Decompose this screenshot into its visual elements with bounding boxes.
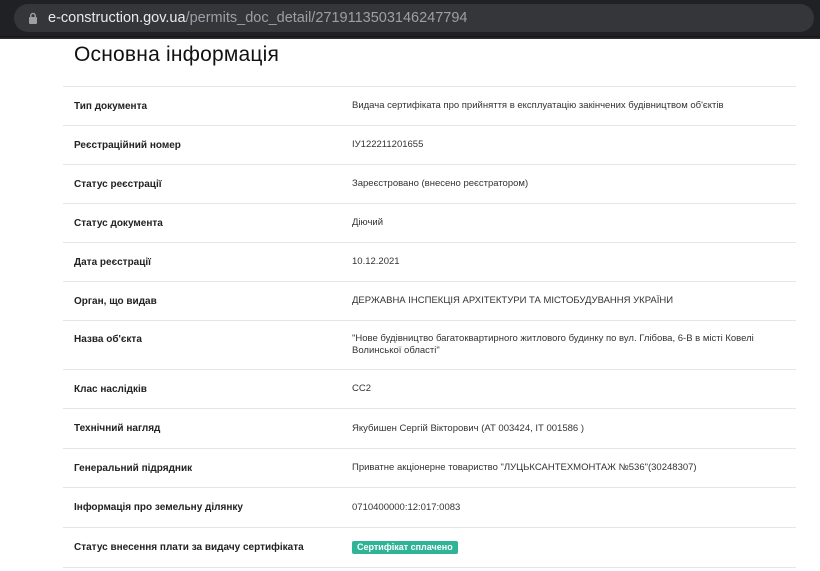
row-label: Орган, що видав xyxy=(74,295,157,307)
table-row: Орган, що видав ДЕРЖАВНА ІНСПЕКЦІЯ АРХІТ… xyxy=(63,282,796,321)
row-label: Статус реєстрації xyxy=(74,178,162,190)
payment-status-badge: Сертифікат сплачено xyxy=(352,541,458,554)
browser-toolbar: e-construction.gov.ua/permits_doc_detail… xyxy=(0,0,820,36)
table-row: Назва об'єкта "Нове будівництво багатокв… xyxy=(63,321,796,370)
row-value: ІУ122211201655 xyxy=(352,139,424,150)
url-host: e-construction.gov.ua xyxy=(48,10,186,26)
row-label: Тип документа xyxy=(74,100,148,112)
row-label: Технічний нагляд xyxy=(74,423,161,434)
table-row: Інформація про земельну ділянку 07104000… xyxy=(63,488,796,528)
info-table: Тип документа Видача сертифіката про при… xyxy=(63,86,796,568)
row-value: СС2 xyxy=(352,383,372,394)
row-label: Клас наслідків xyxy=(74,383,147,395)
row-label: Дата реєстрації xyxy=(74,256,151,268)
row-value: Якубишен Сергій Вікторович (АТ 003424, І… xyxy=(352,422,584,434)
address-bar[interactable]: e-construction.gov.ua/permits_doc_detail… xyxy=(14,4,814,32)
table-row: Технічний нагляд Якубишен Сергій Вікторо… xyxy=(63,409,796,449)
lock-icon[interactable] xyxy=(28,12,38,24)
table-row: Дата реєстрації 10.12.2021 xyxy=(63,243,796,282)
row-label: Статус документа xyxy=(74,217,163,229)
table-row: Генеральний підрядник Приватне акціонерн… xyxy=(63,449,796,488)
table-row: Статус документа Діючий xyxy=(63,204,796,243)
row-value: Видача сертифіката про прийняття в експл… xyxy=(352,100,724,111)
table-row: Реєстраційний номер ІУ122211201655 xyxy=(63,126,796,165)
row-value: Сертифікат сплачено xyxy=(352,541,796,554)
row-value: Діючий xyxy=(352,217,384,228)
row-label: Статус внесення плати за видачу сертифік… xyxy=(74,542,304,553)
row-value: Зареєстровано (внесено реєстратором) xyxy=(352,178,529,189)
row-value: 0710400000:12:017:0083 xyxy=(352,501,461,513)
table-row: Статус внесення плати за видачу сертифік… xyxy=(63,528,796,568)
table-row: Клас наслідків СС2 xyxy=(63,370,796,409)
row-value: ДЕРЖАВНА ІНСПЕКЦІЯ АРХІТЕКТУРИ ТА МІСТОБ… xyxy=(352,295,674,306)
url-text[interactable]: e-construction.gov.ua/permits_doc_detail… xyxy=(48,9,467,27)
row-label: Реєстраційний номер xyxy=(74,139,181,151)
row-value: "Нове будівництво багатоквартирного житл… xyxy=(352,333,754,356)
row-label: Назва об'єкта xyxy=(74,334,142,345)
row-label: Інформація про земельну ділянку xyxy=(74,502,243,513)
page-content: Основна інформація Тип документа Видача … xyxy=(0,39,820,571)
row-value: Приватне акціонерне товариство "ЛУЦЬКСАН… xyxy=(352,462,697,473)
row-label: Генеральний підрядник xyxy=(74,462,193,474)
row-value: 10.12.2021 xyxy=(352,256,400,267)
table-row: Статус реєстрації Зареєстровано (внесено… xyxy=(63,165,796,204)
url-path: /permits_doc_detail/2719113503146247794 xyxy=(185,10,468,26)
section-title: Основна інформація xyxy=(74,43,280,66)
table-row: Тип документа Видача сертифіката про при… xyxy=(63,87,796,126)
